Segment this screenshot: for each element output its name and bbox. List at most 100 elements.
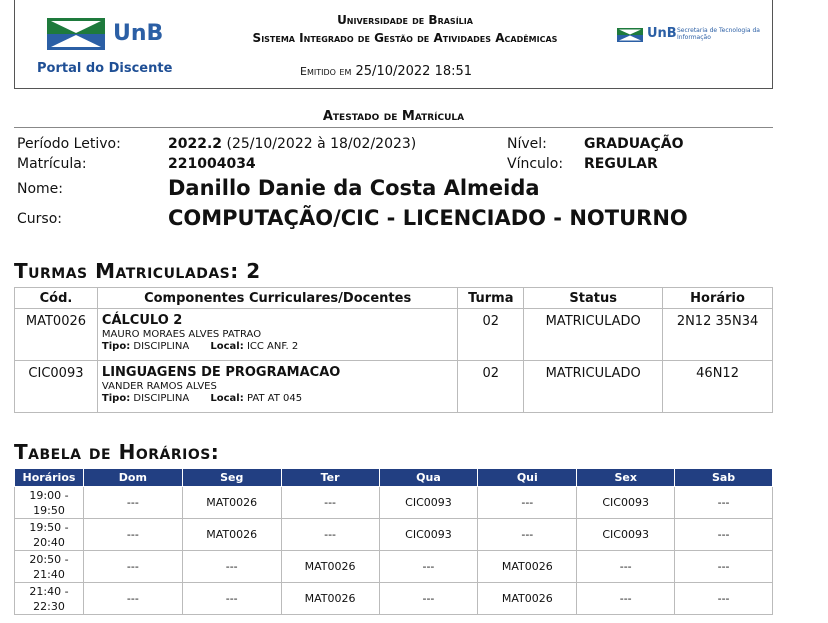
col-ter: Ter bbox=[280, 468, 380, 487]
table-row: 20:50 -21:40 --- --- MAT0026 --- MAT0026… bbox=[14, 550, 773, 583]
cell-slot: MAT0026 bbox=[280, 550, 380, 583]
componente-meta: Tipo: DISCIPLINA Local: ICC ANF. 2 bbox=[102, 341, 453, 352]
cell-horario: 46N12 bbox=[662, 360, 773, 413]
system-name: Sistema Integrado de Gestão de Atividade… bbox=[252, 31, 558, 45]
cell-slot: --- bbox=[477, 518, 578, 551]
docente-name: MAURO MORAES ALVES PATRAO bbox=[101, 329, 262, 340]
cell-slot: --- bbox=[181, 582, 282, 615]
cell-slot: CIC0093 bbox=[378, 486, 479, 519]
stic-logo-text: UnB bbox=[647, 26, 677, 41]
componente-name: CÁLCULO 2 bbox=[101, 313, 183, 328]
col-cod: Cód. bbox=[14, 287, 98, 309]
cell-time: 20:50 -21:40 bbox=[14, 550, 84, 583]
cell-turma: 02 bbox=[457, 360, 525, 413]
periodo-value: 2022.2 (25/10/2022 à 18/02/2023) bbox=[168, 136, 416, 152]
curso-label: Curso: bbox=[17, 211, 62, 227]
cell-slot: MAT0026 bbox=[280, 582, 380, 615]
table-row: 19:50 -20:40 --- MAT0026 --- CIC0093 ---… bbox=[14, 518, 773, 551]
col-qui: Qui bbox=[477, 468, 578, 487]
col-seg: Seg bbox=[181, 468, 282, 487]
turmas-table: Cód. Componentes Curriculares/Docentes T… bbox=[14, 287, 773, 413]
local-value: ICC ANF. 2 bbox=[246, 341, 299, 352]
curso-value: COMPUTAÇÃO/CIC - LICENCIADO - NOTURNO bbox=[168, 206, 688, 230]
university-name: Universidade de Brasília bbox=[337, 13, 473, 27]
cell-slot: --- bbox=[674, 550, 773, 583]
col-status: Status bbox=[523, 287, 664, 309]
atestado-title: Atestado de Matrícula bbox=[322, 109, 465, 124]
local-label: Local: bbox=[210, 393, 244, 404]
time-end: 21:40 bbox=[33, 567, 65, 581]
document-header: UnB Portal do Discente Universidade de B… bbox=[14, 0, 773, 89]
col-turma: Turma bbox=[457, 287, 525, 309]
cell-horario: 2N12 35N34 bbox=[662, 308, 773, 361]
table-row: MAT0026 CÁLCULO 2 MAURO MORAES ALVES PAT… bbox=[14, 308, 773, 361]
cell-slot: --- bbox=[280, 486, 380, 519]
time-start: 19:00 - bbox=[29, 488, 69, 502]
cell-componente: LINGUAGENS DE PROGRAMACAO VANDER RAMOS A… bbox=[96, 360, 459, 413]
cell-slot: --- bbox=[576, 550, 676, 583]
col-sab: Sab bbox=[674, 468, 773, 487]
cell-slot: --- bbox=[378, 550, 479, 583]
title-block: Universidade de Brasília Sistema Integra… bbox=[215, 11, 595, 47]
cell-componente: CÁLCULO 2 MAURO MORAES ALVES PATRAO Tipo… bbox=[96, 308, 459, 361]
cell-cod: CIC0093 bbox=[14, 360, 98, 413]
cell-time: 21:40 -22:30 bbox=[14, 582, 84, 615]
time-start: 19:50 - bbox=[29, 520, 69, 534]
col-sex: Sex bbox=[576, 468, 676, 487]
tipo-label: Tipo: bbox=[101, 393, 131, 404]
horarios-title: Tabela de Horários: bbox=[14, 440, 220, 464]
cell-slot: --- bbox=[674, 486, 773, 519]
tipo-value: DISCIPLINA bbox=[133, 393, 190, 404]
col-qua: Qua bbox=[378, 468, 479, 487]
periodo-code: 2022.2 bbox=[168, 136, 223, 152]
cell-slot: --- bbox=[674, 518, 773, 551]
local-label: Local: bbox=[210, 341, 244, 352]
table-row: CIC0093 LINGUAGENS DE PROGRAMACAO VANDER… bbox=[14, 360, 773, 413]
cell-slot: MAT0026 bbox=[477, 582, 578, 615]
col-dom: Dom bbox=[82, 468, 183, 487]
turmas-title: Turmas Matriculadas: 2 bbox=[14, 259, 261, 283]
table-row: 21:40 -22:30 --- --- MAT0026 --- MAT0026… bbox=[14, 582, 773, 615]
time-end: 19:50 bbox=[33, 503, 65, 517]
col-horarios: Horários bbox=[14, 468, 84, 487]
col-componentes: Componentes Curriculares/Docentes bbox=[96, 287, 459, 309]
cell-slot: --- bbox=[477, 486, 578, 519]
cell-slot: --- bbox=[82, 582, 183, 615]
cell-slot: CIC0093 bbox=[378, 518, 479, 551]
cell-slot: --- bbox=[280, 518, 380, 551]
portal-link[interactable]: Portal do Discente bbox=[37, 61, 172, 76]
cell-slot: --- bbox=[82, 486, 183, 519]
turmas-header-row: Cód. Componentes Curriculares/Docentes T… bbox=[14, 287, 773, 309]
unb-logo-text: UnB bbox=[113, 21, 164, 46]
emission-date: Emitido em 25/10/2022 18:51 bbox=[300, 64, 472, 79]
unb-flag-icon bbox=[47, 18, 105, 50]
cell-time: 19:50 -20:40 bbox=[14, 518, 84, 551]
emitido-value: 25/10/2022 18:51 bbox=[355, 64, 473, 79]
table-row: 19:00 -19:50 --- MAT0026 --- CIC0093 ---… bbox=[14, 486, 773, 519]
local-value: PAT AT 045 bbox=[246, 393, 303, 404]
periodo-label: Período Letivo: bbox=[17, 136, 121, 152]
docente-name: VANDER RAMOS ALVES bbox=[101, 381, 217, 392]
componente-meta: Tipo: DISCIPLINA Local: PAT AT 045 bbox=[102, 393, 453, 404]
cell-time: 19:00 -19:50 bbox=[14, 486, 84, 519]
cell-slot: --- bbox=[82, 518, 183, 551]
cell-slot: --- bbox=[82, 550, 183, 583]
col-horario: Horário bbox=[662, 287, 773, 309]
tipo-label: Tipo: bbox=[101, 341, 131, 352]
emitido-label: Emitido em bbox=[300, 65, 352, 78]
cell-slot: MAT0026 bbox=[477, 550, 578, 583]
time-end: 20:40 bbox=[33, 535, 65, 549]
cell-slot: --- bbox=[576, 582, 676, 615]
horarios-header-row: Horários Dom Seg Ter Qua Qui Sex Sab bbox=[14, 468, 773, 487]
cell-slot: MAT0026 bbox=[181, 486, 282, 519]
cell-turma: 02 bbox=[457, 308, 525, 361]
vinculo-value: REGULAR bbox=[584, 156, 658, 172]
divider bbox=[14, 127, 773, 128]
stic-logo: UnB Secretaria de Tecnologia da Informaç… bbox=[617, 26, 767, 46]
time-end: 22:30 bbox=[33, 599, 65, 613]
cell-status: MATRICULADO bbox=[523, 308, 664, 361]
cell-cod: MAT0026 bbox=[14, 308, 98, 361]
matricula-value: 221004034 bbox=[168, 156, 256, 172]
periodo-range: (25/10/2022 à 18/02/2023) bbox=[226, 136, 417, 152]
horarios-table: Horários Dom Seg Ter Qua Qui Sex Sab 19:… bbox=[14, 468, 773, 615]
